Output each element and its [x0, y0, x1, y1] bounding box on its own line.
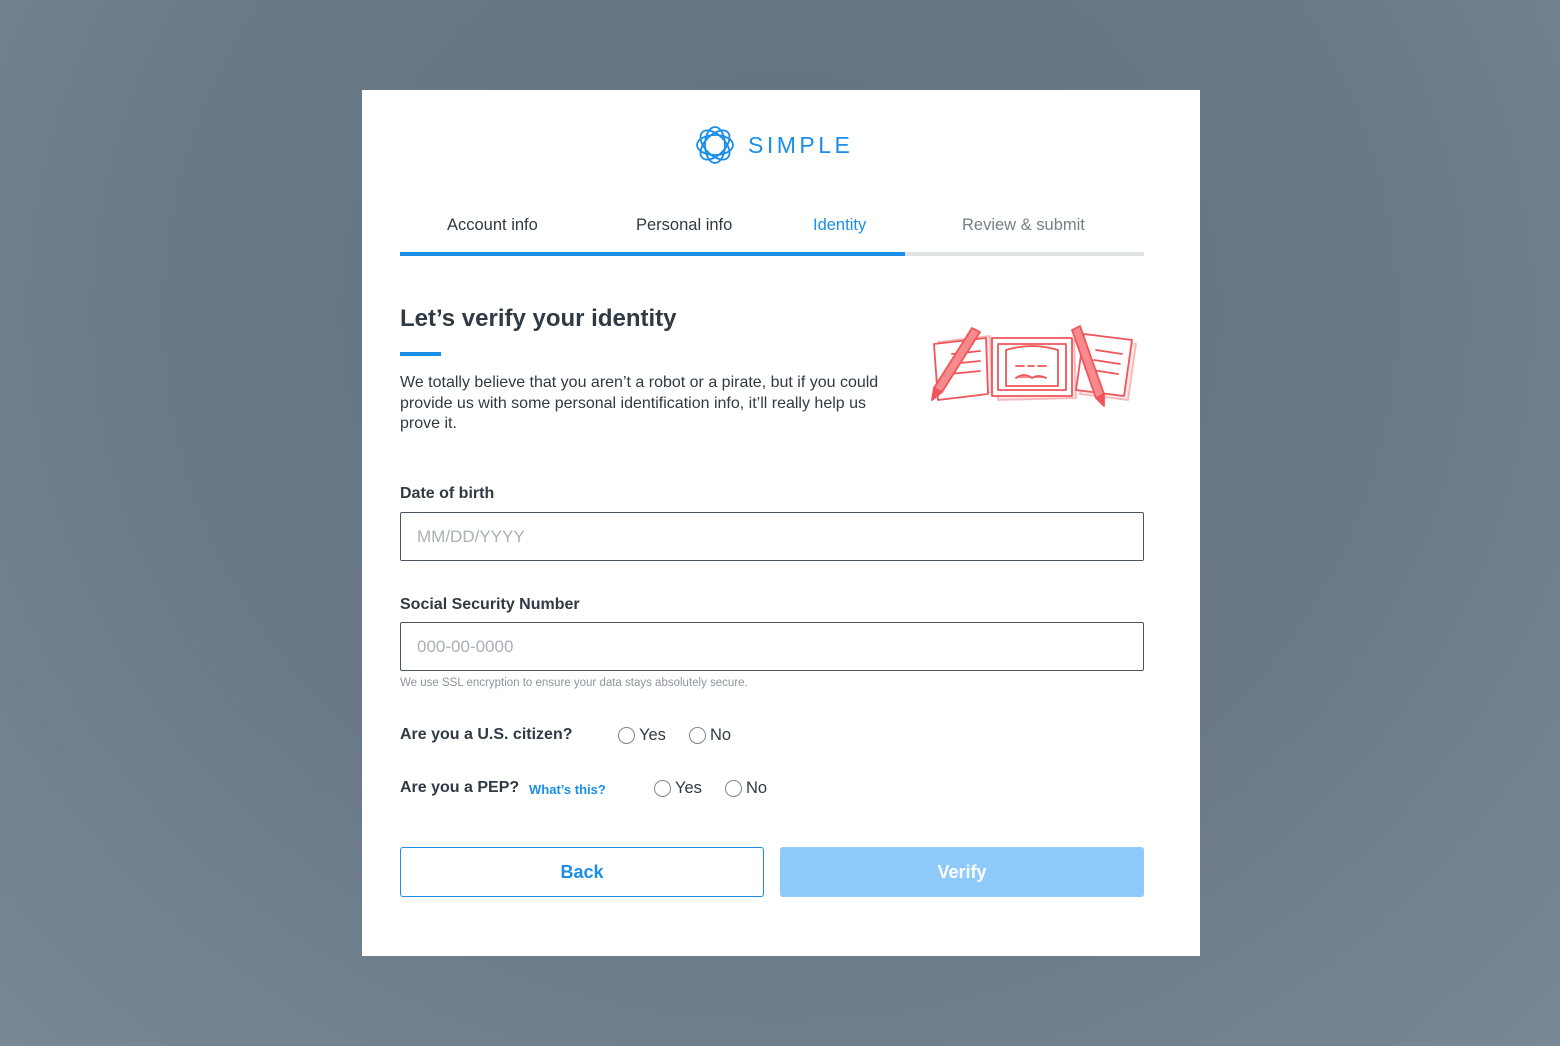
citizen-no-option[interactable]: No [689, 726, 731, 745]
pep-yes-radio[interactable] [654, 780, 671, 797]
citizen-yes-option[interactable]: Yes [618, 726, 666, 745]
signup-card: SIMPLE Account info Personal info Identi… [362, 90, 1200, 956]
pep-no-label: No [746, 779, 768, 797]
citizen-no-radio[interactable] [689, 727, 706, 744]
verify-button[interactable]: Verify [780, 847, 1144, 897]
step-review-submit: Review & submit [962, 216, 1085, 234]
step-identity[interactable]: Identity [813, 216, 866, 235]
progress-fill [400, 252, 905, 256]
brand-name: SIMPLE [748, 131, 854, 158]
citizen-yes-label: Yes [639, 726, 666, 744]
step-personal-info[interactable]: Personal info [636, 216, 732, 235]
ssn-label: Social Security Number [400, 596, 580, 613]
pep-help-link[interactable]: What’s this? [529, 782, 606, 797]
dob-input[interactable] [400, 512, 1144, 561]
title-underline [400, 352, 441, 356]
citizen-no-label: No [710, 726, 732, 744]
step-account-info[interactable]: Account info [447, 216, 538, 235]
page-title: Let’s verify your identity [400, 305, 677, 332]
citizen-question: Are you a U.S. citizen? [400, 726, 573, 743]
pep-question: Are you a PEP? [400, 779, 520, 796]
pep-no-radio[interactable] [725, 780, 742, 797]
progress-steps: Account info Personal info Identity Revi… [400, 208, 1144, 256]
pep-no-option[interactable]: No [725, 779, 767, 798]
ssl-security-hint: We use SSL encryption to ensure your dat… [400, 677, 748, 689]
citizen-yes-radio[interactable] [618, 727, 635, 744]
intro-text: We totally believe that you aren’t a rob… [400, 374, 879, 432]
pep-yes-option[interactable]: Yes [654, 779, 702, 798]
simple-logo-icon [696, 126, 734, 164]
brand-logo: SIMPLE [694, 124, 853, 166]
back-button[interactable]: Back [400, 847, 764, 897]
pep-yes-label: Yes [675, 779, 702, 797]
dob-label: Date of birth [400, 485, 495, 502]
ssn-input[interactable] [400, 622, 1144, 671]
id-documents-illustration [931, 325, 1137, 407]
